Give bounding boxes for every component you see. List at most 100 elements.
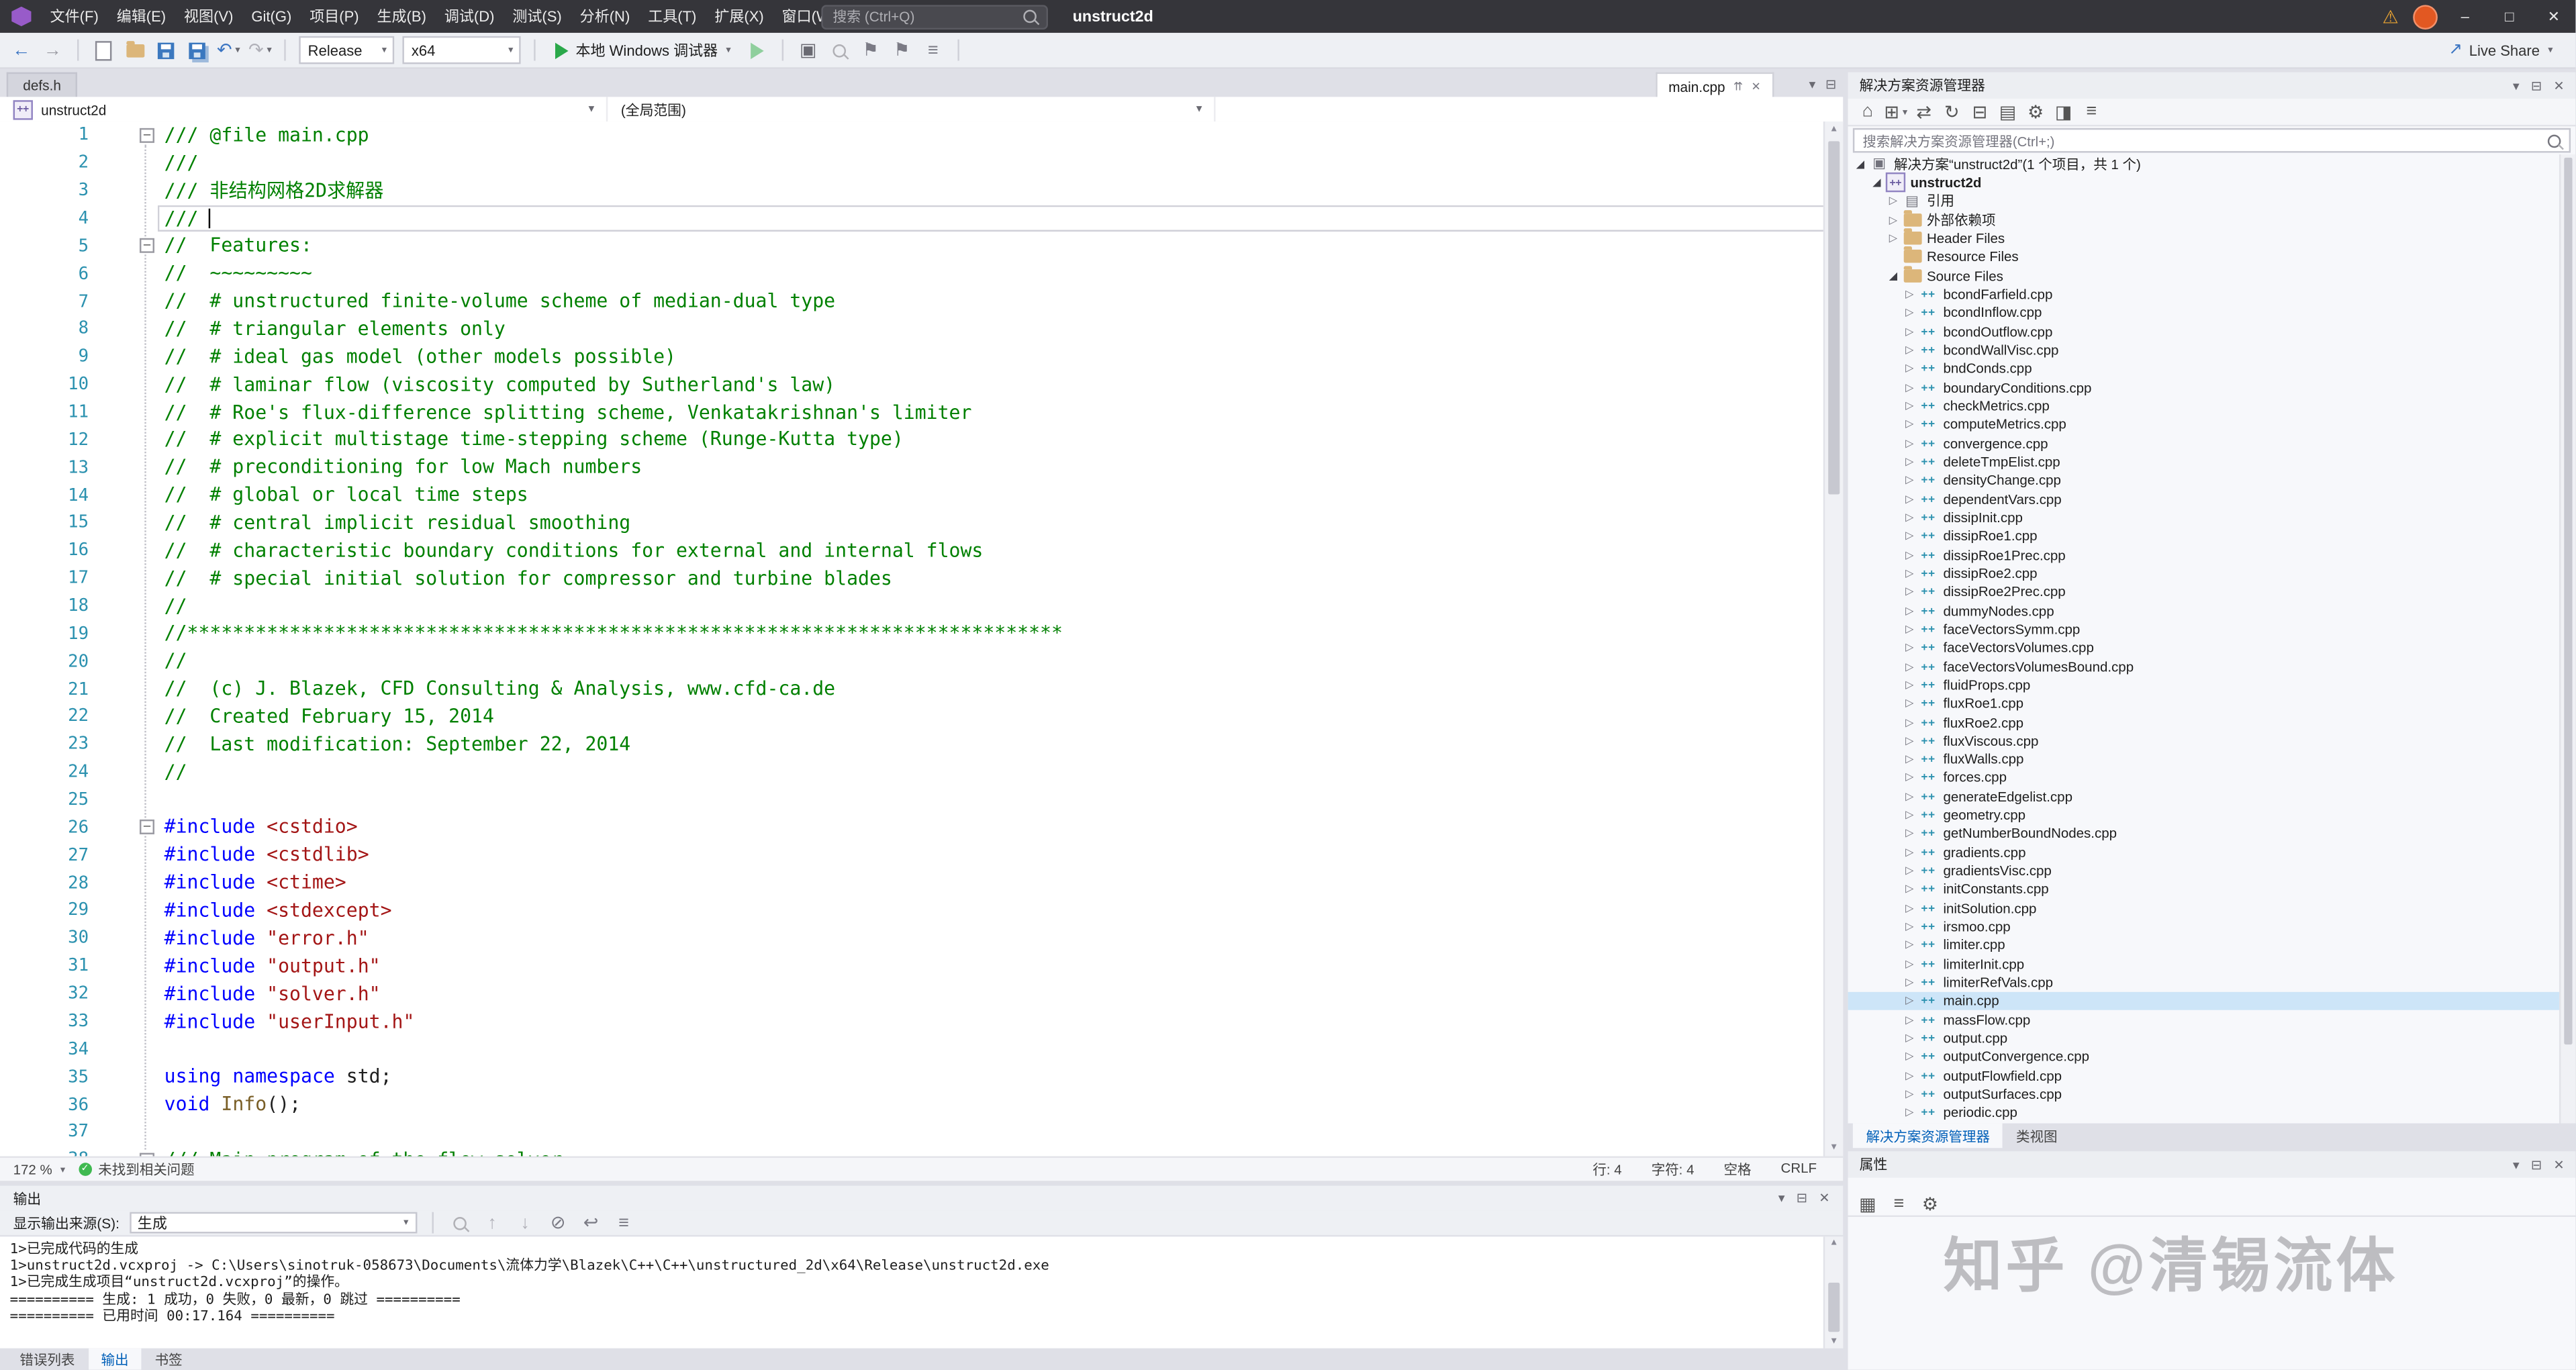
window-position-icon[interactable]: ▾ [2513,1157,2520,1172]
line-number[interactable]: 5 [0,236,99,256]
expand-icon[interactable]: ▷ [1902,287,1917,301]
line-number[interactable]: 17 [0,569,99,588]
tree-item-file[interactable]: ▷++gradients.cpp [1848,843,2576,862]
code-line[interactable]: 23// Last modification: September 22, 20… [0,731,1825,759]
scrollbar-thumb[interactable] [1828,141,1840,494]
expand-icon[interactable]: ▷ [1902,1013,1917,1026]
tree-item-file[interactable]: ▷++initSolution.cpp [1848,899,2576,918]
expand-icon[interactable]: ▷ [1886,232,1901,245]
tree-item-file[interactable]: ▷++irsmoo.cpp [1848,917,2576,936]
tree-item-file[interactable]: ▷++dummyNodes.cpp [1848,601,2576,620]
bookmark-previous-icon[interactable]: ⚑ [859,37,882,63]
expand-icon[interactable]: ▷ [1902,994,1917,1008]
code-line[interactable]: 18// [0,592,1825,620]
code-line[interactable]: 36void Info(); [0,1091,1825,1118]
pin-icon[interactable]: ⊟ [2531,78,2542,93]
navigate-back-icon[interactable]: ← [10,37,33,63]
fold-collapse-icon[interactable]: – [140,128,154,143]
tree-item-file[interactable]: ▷++limiter.cpp [1848,936,2576,955]
tree-item-file[interactable]: ▷++bndConds.cpp [1848,359,2576,378]
expand-icon[interactable]: ▷ [1902,864,1917,877]
tree-item-file[interactable]: ▷++outputFlowfield.cpp [1848,1066,2576,1085]
code-line[interactable]: 2/// [0,149,1825,177]
sync-with-active-document-icon[interactable]: ⇄ [1913,99,1936,125]
scrollbar-thumb[interactable] [2565,158,2573,1044]
expand-icon[interactable]: ▷ [1902,678,1917,691]
tree-item-file[interactable]: ▷++limiterRefVals.cpp [1848,973,2576,992]
expand-icon[interactable]: ▷ [1902,641,1917,654]
tree-item-file[interactable]: ▷++fluxRoe2.cpp [1848,712,2576,731]
expand-icon[interactable]: ▷ [1886,194,1901,207]
panel-tab[interactable]: 输出 [88,1349,142,1370]
window-menu-icon[interactable]: ⊟ [1825,77,1836,92]
tree-item-file[interactable]: ▷++gradientsVisc.cpp [1848,861,2576,880]
pin-icon[interactable]: ⊟ [1797,1191,1807,1206]
tree-item-file[interactable]: ▷++faceVectorsVolumes.cpp [1848,638,2576,657]
expand-icon[interactable]: ▷ [1902,362,1917,375]
expand-icon[interactable]: ▷ [1902,622,1917,636]
active-files-dropdown-icon[interactable]: ▾ [1809,77,1816,92]
save-icon[interactable] [154,37,177,63]
spaces-indicator[interactable]: 空格 [1724,1159,1752,1179]
tree-item-file[interactable]: ▷++dependentVars.cpp [1848,489,2576,508]
expand-icon[interactable]: ▷ [1902,920,1917,933]
tree-item-file[interactable]: ▷++computeMetrics.cpp [1848,415,2576,434]
show-all-files-icon[interactable]: ▤ [1996,99,2019,125]
notification-warning-icon[interactable]: ⚠ [2382,6,2398,28]
scrollbar-thumb[interactable] [1828,1283,1840,1332]
scroll-down-icon[interactable]: ▼ [1825,1143,1843,1153]
tree-item-file[interactable]: ▷++faceVectorsVolumesBound.cpp [1848,656,2576,675]
tree-item-file[interactable]: ▷++geometry.cpp [1848,805,2576,824]
pin-icon[interactable]: ⊟ [2531,1157,2542,1172]
line-number[interactable]: 18 [0,596,99,616]
undo-icon[interactable]: ↶▾ [217,37,240,63]
line-number[interactable]: 9 [0,347,99,366]
member-scope-select[interactable] [1216,97,1844,121]
tree-item-file-selected[interactable]: ▷++main.cpp [1848,991,2576,1010]
line-number[interactable]: 28 [0,873,99,893]
tree-item-file[interactable]: ▷++boundaryConditions.cpp [1848,378,2576,397]
collapse-icon[interactable]: ◢ [1886,268,1901,282]
code-line[interactable]: 7// # unstructured finite-volume scheme … [0,288,1825,315]
line-number[interactable]: 32 [0,984,99,1004]
expand-icon[interactable]: ▷ [1902,808,1917,822]
code-line[interactable]: 1–/// @file main.cpp [0,121,1825,149]
expand-icon[interactable]: ▷ [1902,455,1917,469]
attach-to-process-icon[interactable]: ▣ [797,37,820,63]
fold-collapse-icon[interactable]: – [140,239,154,254]
keep-open-icon[interactable]: ⇈ [1733,80,1743,93]
quick-search-box[interactable]: 搜索 (Ctrl+Q) [821,4,1048,29]
line-number[interactable]: 20 [0,652,99,671]
expand-icon[interactable]: ▷ [1902,957,1917,971]
find-message-icon[interactable] [448,1210,471,1236]
tree-item-file[interactable]: ▷++outputSurfaces.cpp [1848,1085,2576,1104]
code-line[interactable]: 38–/// Main program of the flow solver. [0,1146,1825,1156]
expand-icon[interactable]: ▷ [1902,752,1917,766]
code-line[interactable]: 10// # laminar flow (viscosity computed … [0,371,1825,398]
tree-item-file[interactable]: ▷++generateEdgelist.cpp [1848,787,2576,805]
line-number[interactable]: 7 [0,291,99,311]
expand-icon[interactable]: ▷ [1902,938,1917,952]
tree-item-file[interactable]: ▷++getNumberBoundNodes.cpp [1848,824,2576,843]
scroll-up-icon[interactable]: ▲ [1825,1238,1843,1249]
menu-item[interactable]: 视图(V) [175,8,242,24]
expand-icon[interactable]: ▷ [1902,492,1917,505]
code-line[interactable]: 20// [0,648,1825,675]
tree-item-folder[interactable]: Resource Files [1848,248,2576,266]
expand-icon[interactable]: ▷ [1902,585,1917,599]
line-number[interactable]: 12 [0,430,99,450]
collapse-icon[interactable]: ◢ [1853,157,1868,170]
code-line[interactable]: 3/// 非结构网格2D求解器 [0,177,1825,205]
code-line[interactable]: 28#include <ctime> [0,869,1825,897]
code-line[interactable]: 15// # central implicit residual smoothi… [0,509,1825,537]
expand-icon[interactable]: ▷ [1902,827,1917,840]
line-number[interactable]: 24 [0,763,99,782]
collapse-icon[interactable]: ◢ [1869,176,1884,189]
type-scope-select[interactable]: (全局范围) ▼ [608,97,1215,121]
solution-explorer-search-input[interactable]: 搜索解决方案资源管理器(Ctrl+;) [1853,128,2571,153]
code-line[interactable]: 24// [0,759,1825,786]
tree-item-file[interactable]: ▷++bcondInflow.cpp [1848,303,2576,322]
scroll-down-icon[interactable]: ▼ [1825,1337,1843,1347]
menu-item[interactable]: 扩展(X) [706,8,773,24]
line-number[interactable]: 21 [0,679,99,699]
